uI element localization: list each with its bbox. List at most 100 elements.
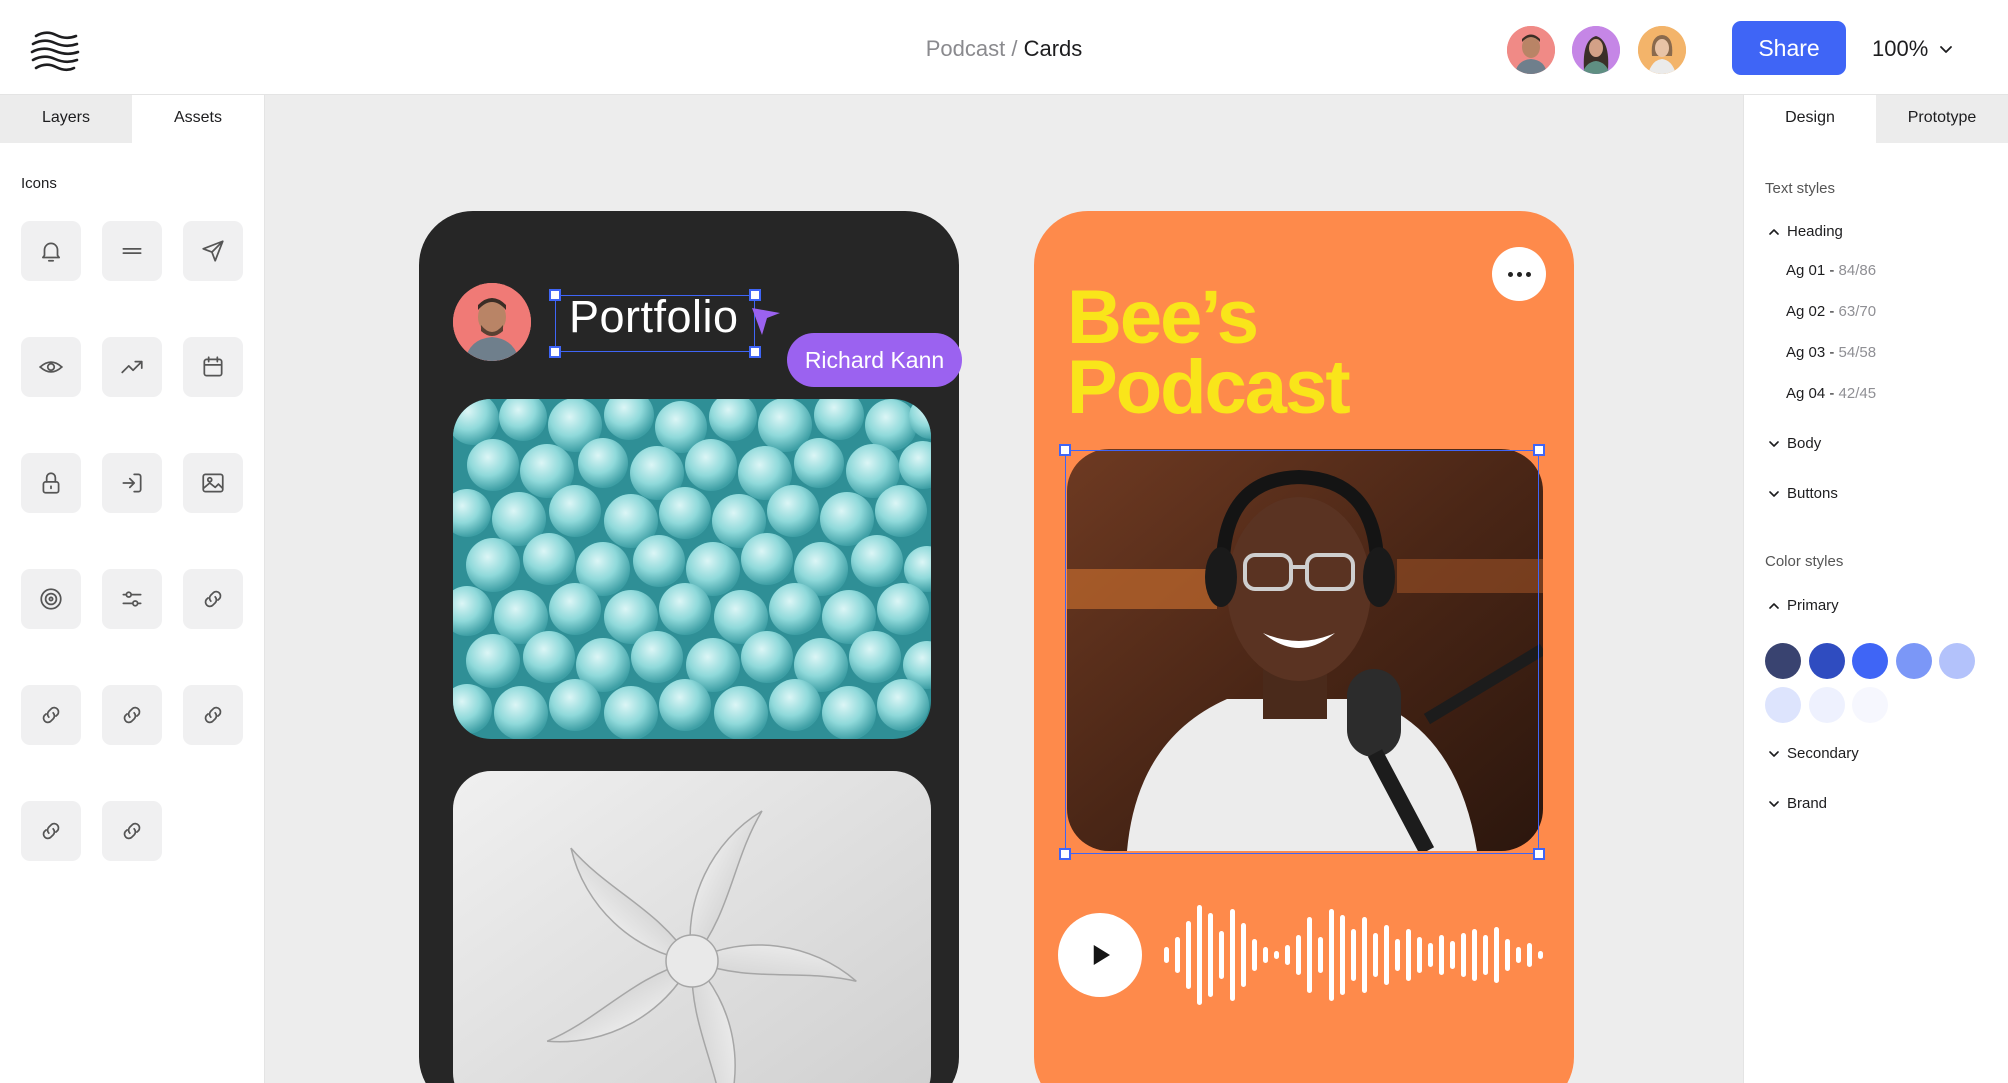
- text-style-item[interactable]: Ag 03 - 54/58: [1786, 344, 1876, 361]
- text-styles-title: Text styles: [1765, 180, 1836, 197]
- link-icon[interactable]: [183, 569, 243, 629]
- color-swatch[interactable]: [1895, 643, 1932, 679]
- zoom-level: 100%: [1872, 36, 1929, 61]
- selection-box: [555, 295, 755, 352]
- send-icon[interactable]: [183, 221, 243, 281]
- body-group[interactable]: Body: [1767, 435, 1821, 452]
- collaborator-avatar[interactable]: [1507, 26, 1555, 74]
- primary-group[interactable]: Primary: [1767, 597, 1839, 614]
- trending-up-icon[interactable]: [102, 337, 162, 397]
- chevron-down-icon: [1769, 750, 1779, 757]
- resize-handle[interactable]: [749, 289, 761, 301]
- right-panel: Design Prototype Text styles Heading Ag …: [1743, 95, 2008, 1083]
- text-style-name: Ag 02 -: [1786, 303, 1839, 320]
- target-icon[interactable]: [21, 569, 81, 629]
- color-swatch[interactable]: [1765, 687, 1801, 723]
- zoom-dropdown[interactable]: 100%: [1872, 36, 1954, 62]
- link-icon[interactable]: [102, 801, 162, 861]
- lock-icon[interactable]: [21, 453, 81, 513]
- heading-group-label: Heading: [1787, 223, 1843, 240]
- chevron-down-icon: [1940, 46, 1953, 53]
- breadcrumb-separator: /: [1005, 36, 1024, 61]
- primary-group-label: Primary: [1787, 597, 1839, 614]
- color-swatch[interactable]: [1808, 643, 1845, 679]
- text-style-meta: 42/45: [1838, 385, 1877, 402]
- chevron-up-icon: [1769, 602, 1779, 609]
- right-panel-tabs: Design Prototype: [1744, 95, 2008, 143]
- resize-handle[interactable]: [1059, 848, 1071, 860]
- breadcrumb: Podcast / Cards: [0, 36, 2008, 62]
- color-swatch[interactable]: [1765, 643, 1801, 679]
- tab-prototype[interactable]: Prototype: [1876, 95, 2008, 143]
- collaborator-avatar[interactable]: [1638, 26, 1686, 74]
- link-icon[interactable]: [21, 801, 81, 861]
- resize-handle[interactable]: [1533, 444, 1545, 456]
- collaborator-avatar[interactable]: [1572, 26, 1620, 74]
- top-bar: Podcast / Cards Share 100%: [0, 0, 2008, 95]
- text-style-name: Ag 01 -: [1786, 262, 1839, 279]
- link-icon[interactable]: [183, 685, 243, 745]
- spheres-image[interactable]: [453, 399, 931, 739]
- more-dot: [1507, 271, 1513, 277]
- brand-group[interactable]: Brand: [1767, 795, 1827, 812]
- more-dot: [1525, 271, 1531, 277]
- image-icon[interactable]: [183, 453, 243, 513]
- text-style-name: Ag 03 -: [1786, 344, 1839, 361]
- resize-handle[interactable]: [1533, 848, 1545, 860]
- design-canvas[interactable]: Portfolio Bee’s Podcast Richard Kann: [265, 95, 1743, 1083]
- text-style-name: Ag 04 -: [1786, 385, 1839, 402]
- chevron-up-icon: [1769, 228, 1779, 235]
- collaborator-cursor-label: Richard Kann: [787, 333, 962, 387]
- podcast-title-line2: Podcast: [1067, 345, 1351, 430]
- tab-layers[interactable]: Layers: [0, 95, 132, 143]
- color-swatch[interactable]: [1939, 643, 1975, 679]
- sliders-icon[interactable]: [102, 569, 162, 629]
- resize-handle[interactable]: [749, 346, 761, 358]
- portfolio-avatar[interactable]: [453, 283, 531, 361]
- chevron-down-icon: [1769, 800, 1779, 807]
- sculpture-image[interactable]: [453, 771, 931, 1083]
- play-button[interactable]: [1058, 913, 1142, 997]
- log-in-icon[interactable]: [102, 453, 162, 513]
- text-style-meta: 84/86: [1838, 262, 1877, 279]
- eye-icon[interactable]: [21, 337, 81, 397]
- bell-icon[interactable]: [21, 221, 81, 281]
- color-swatch[interactable]: [1852, 643, 1888, 679]
- link-icon[interactable]: [21, 685, 81, 745]
- collaborator-cursor-icon: [752, 308, 780, 335]
- link-icon[interactable]: [102, 685, 162, 745]
- chevron-down-icon: [1769, 490, 1779, 497]
- buttons-group-label: Buttons: [1787, 485, 1838, 502]
- audio-waveform[interactable]: [1162, 899, 1548, 1011]
- heading-group[interactable]: Heading: [1767, 223, 1843, 240]
- text-style-item[interactable]: Ag 02 - 63/70: [1786, 303, 1876, 320]
- share-button[interactable]: Share: [1732, 21, 1846, 75]
- menu-icon[interactable]: [102, 221, 162, 281]
- tab-assets[interactable]: Assets: [132, 95, 264, 143]
- calendar-icon[interactable]: [183, 337, 243, 397]
- secondary-group-label: Secondary: [1787, 745, 1859, 762]
- color-swatch[interactable]: [1852, 687, 1888, 723]
- tab-design[interactable]: Design: [1744, 95, 1876, 143]
- secondary-group[interactable]: Secondary: [1767, 745, 1859, 762]
- brand-group-label: Brand: [1787, 795, 1828, 812]
- icon-grid: [21, 221, 243, 861]
- breadcrumb-current: Cards: [1023, 36, 1083, 61]
- left-panel-tabs: Layers Assets: [0, 95, 264, 143]
- color-swatch[interactable]: [1808, 687, 1845, 723]
- body-group-label: Body: [1787, 435, 1822, 452]
- podcast-title[interactable]: Bee’s Podcast: [1067, 275, 1351, 430]
- selection-box: [1065, 450, 1539, 854]
- text-style-item[interactable]: Ag 01 - 84/86: [1786, 262, 1876, 279]
- resize-handle[interactable]: [549, 289, 561, 301]
- text-style-item[interactable]: Ag 04 - 42/45: [1786, 385, 1876, 402]
- breadcrumb-parent[interactable]: Podcast: [926, 36, 1006, 61]
- more-dot: [1516, 271, 1522, 277]
- icons-section-title: Icons: [21, 175, 57, 192]
- resize-handle[interactable]: [1059, 444, 1071, 456]
- text-style-meta: 63/70: [1838, 303, 1877, 320]
- podcast-title-line1: Bee’s: [1067, 275, 1259, 360]
- resize-handle[interactable]: [549, 346, 561, 358]
- more-options-button[interactable]: [1492, 247, 1546, 301]
- buttons-group[interactable]: Buttons: [1767, 485, 1838, 502]
